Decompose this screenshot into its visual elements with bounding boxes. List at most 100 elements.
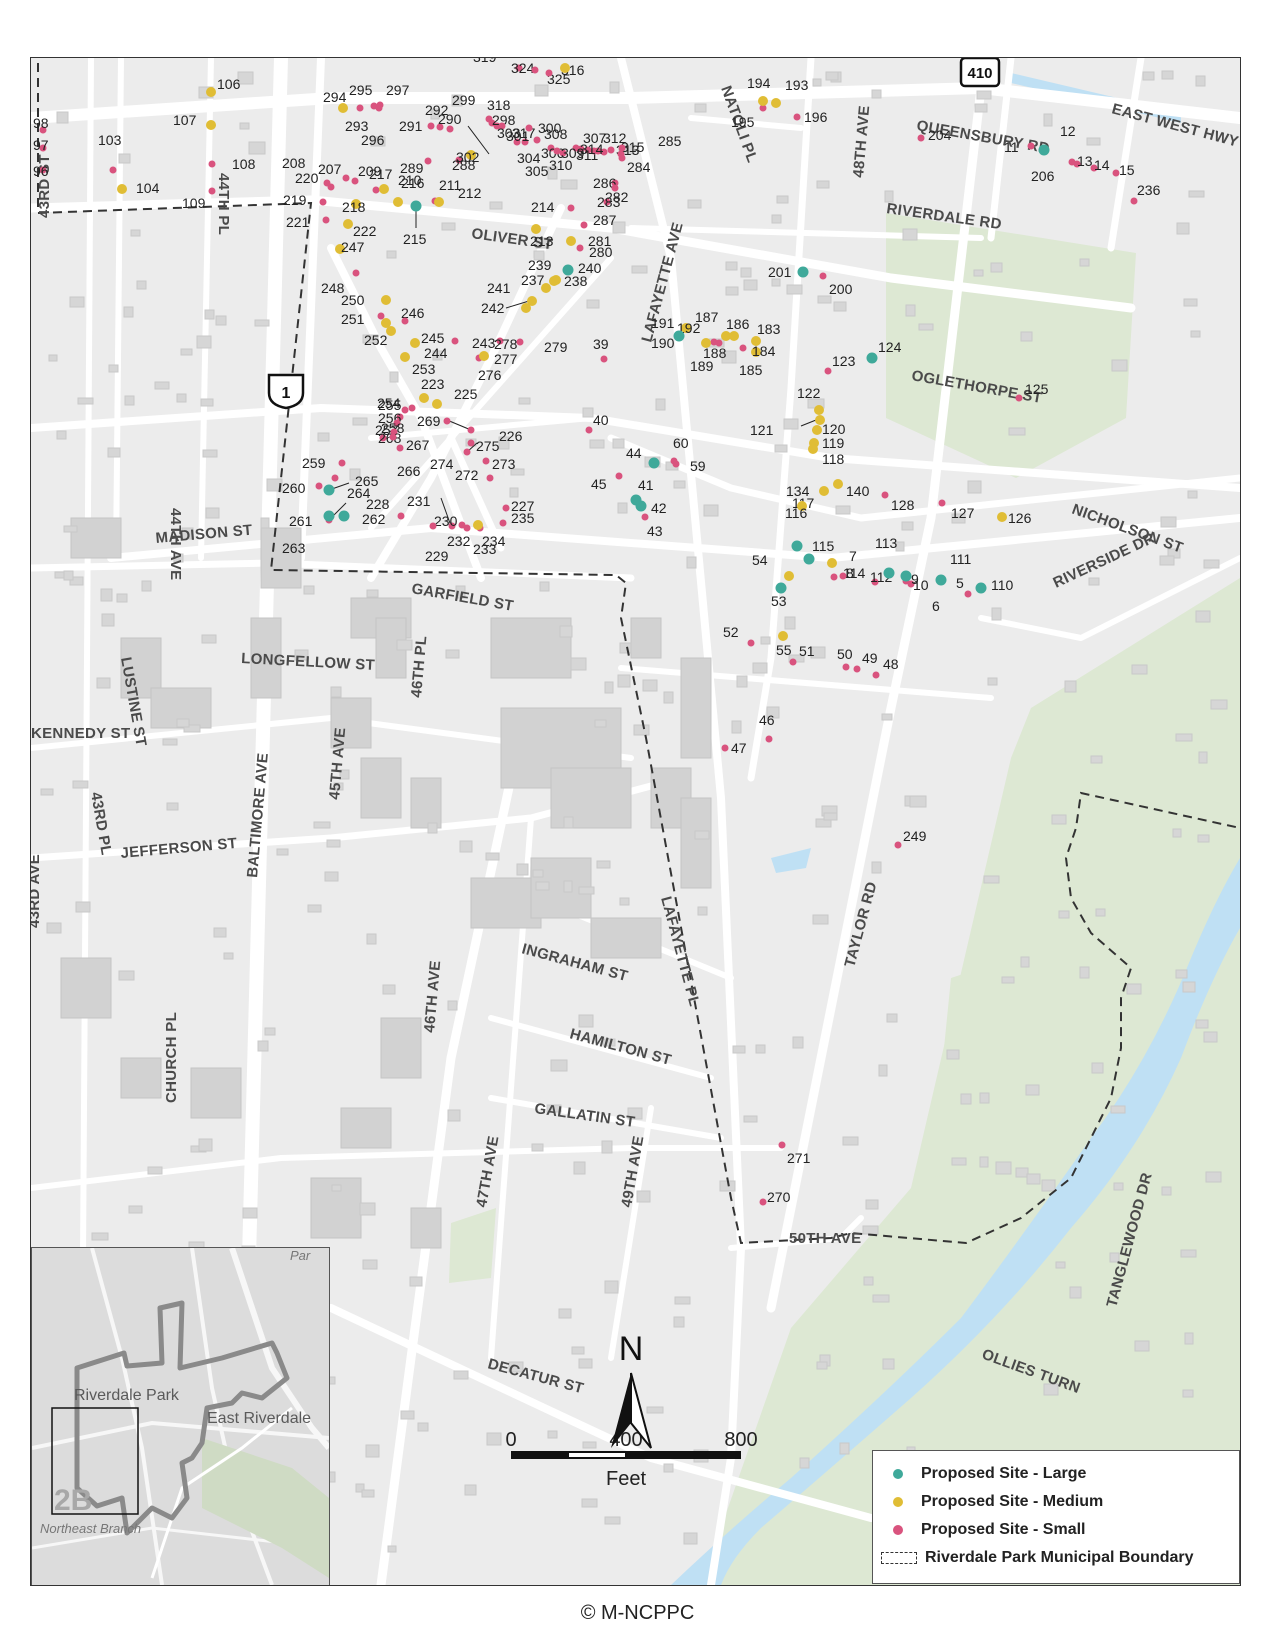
- small-site-marker: [553, 147, 561, 155]
- site-id-label: 184: [752, 343, 776, 359]
- legend: Proposed Site - Large Proposed Site - Me…: [872, 1450, 1240, 1584]
- small-site-marker: [408, 404, 416, 412]
- site-id-label: 122: [797, 385, 821, 401]
- small-site-marker: [938, 499, 946, 507]
- site-id-label: 289: [400, 160, 424, 176]
- site-id-label: 7: [849, 548, 857, 564]
- site-id-label: 267: [406, 437, 430, 453]
- legend-label-small: Proposed Site - Small: [921, 1521, 1086, 1538]
- site-id-label: 271: [787, 1150, 811, 1166]
- small-site-marker: [672, 460, 680, 468]
- north-arrow-label: N: [619, 1330, 644, 1368]
- boundary-swatch: [881, 1552, 917, 1564]
- site-id-label: 294: [323, 89, 347, 105]
- small-site-marker: [338, 459, 346, 467]
- medium-site-marker: [386, 326, 396, 336]
- site-medium-122: 122: [797, 385, 824, 415]
- small-site-marker: [1068, 158, 1076, 166]
- site-id-label: 200: [829, 281, 853, 297]
- site-medium-194: 194: [747, 75, 771, 106]
- site-id-label: 185: [739, 362, 763, 378]
- site-id-label: 262: [362, 511, 386, 527]
- site-small-196: 196: [793, 109, 828, 125]
- small-site-marker: [208, 160, 216, 168]
- site-id-label: 6: [932, 598, 940, 614]
- site-large-110: 110: [975, 577, 1014, 594]
- small-site-marker: [1027, 142, 1035, 150]
- site-id-label: 189: [690, 358, 714, 374]
- site-id-label: 243: [472, 335, 496, 351]
- medium-site-marker: [771, 98, 781, 108]
- large-site-marker: [866, 352, 878, 364]
- site-id-label: 278: [494, 336, 518, 352]
- site-id-label: 274: [430, 456, 454, 472]
- site-id-label: 121: [750, 422, 774, 438]
- small-site-marker: [824, 367, 832, 375]
- small-site-marker: [322, 216, 330, 224]
- site-small-46: 46: [759, 712, 775, 743]
- site-small-259: 259: [302, 455, 346, 471]
- site-id-label: 223: [421, 376, 445, 392]
- site-medium-222: 222: [343, 219, 377, 239]
- site-id-label: 211: [439, 177, 462, 193]
- site-id-label: 5: [956, 575, 964, 591]
- site-id-label: 249: [903, 828, 927, 844]
- site-id-label: 291: [399, 118, 423, 134]
- small-site-marker: [618, 154, 626, 162]
- site-small-227: 227: [502, 498, 535, 514]
- site-medium-104: 104: [117, 180, 160, 196]
- site-small-291: 291: [399, 118, 435, 134]
- small-site-marker: [401, 406, 409, 414]
- small-site-marker: [881, 491, 889, 499]
- site-id-label: 96: [33, 163, 49, 179]
- site-id-label: 222: [353, 223, 377, 239]
- medium-site-marker: [814, 405, 824, 415]
- site-id-label: 215: [403, 231, 427, 247]
- site-id-label: 107: [173, 112, 197, 128]
- site-id-label: 244: [424, 345, 448, 361]
- small-site-marker: [396, 444, 404, 452]
- site-medium-186: 186: [726, 316, 750, 341]
- site-small-275: 275: [467, 438, 500, 454]
- small-site-marker: [323, 179, 331, 187]
- small-site-marker: [499, 519, 507, 527]
- small-site-marker: [315, 482, 323, 490]
- site-id-label: 230: [434, 513, 458, 529]
- site-id-label: 259: [302, 455, 326, 471]
- site-id-label: 14: [1094, 157, 1110, 173]
- site-small-270: 270: [759, 1189, 791, 1206]
- site-id-label: 53: [771, 593, 787, 609]
- site-small-47: 47: [721, 740, 747, 756]
- site-id-label: 220: [295, 170, 319, 186]
- site-id-label: 221: [286, 214, 310, 230]
- small-site-marker: [533, 136, 541, 144]
- medium-site-swatch: [893, 1497, 903, 1507]
- site-id-label: 273: [492, 456, 516, 472]
- site-small-260: 260: [282, 480, 323, 496]
- site-small-39: 39: [593, 336, 609, 363]
- inset-area-code: 2B: [54, 1484, 92, 1517]
- small-site-marker: [516, 338, 524, 346]
- site-id-label: 113: [875, 535, 898, 551]
- site-id-label: 196: [804, 109, 828, 125]
- legend-item-boundary: Riverdale Park Municipal Boundary: [881, 1546, 1194, 1570]
- site-id-label: 45: [591, 476, 607, 492]
- site-id-label: 127: [951, 505, 975, 521]
- medium-site-marker: [701, 338, 711, 348]
- medium-site-marker: [381, 295, 391, 305]
- medium-site-marker: [410, 338, 420, 348]
- medium-site-marker: [819, 486, 829, 496]
- site-small-13: 13: [1073, 153, 1093, 169]
- small-site-marker: [531, 66, 539, 74]
- site-id-label: 324: [511, 60, 535, 76]
- site-id-label: 305: [525, 163, 549, 179]
- site-id-label: 108: [232, 156, 256, 172]
- site-id-label: 260: [282, 480, 306, 496]
- site-id-label: 264: [347, 485, 371, 501]
- small-site-swatch: [893, 1525, 903, 1535]
- small-site-marker: [356, 104, 364, 112]
- site-id-label: 191: [651, 315, 675, 331]
- site-id-label: 41: [638, 477, 654, 493]
- site-id-label: 206: [1031, 168, 1055, 184]
- small-site-marker: [872, 671, 880, 679]
